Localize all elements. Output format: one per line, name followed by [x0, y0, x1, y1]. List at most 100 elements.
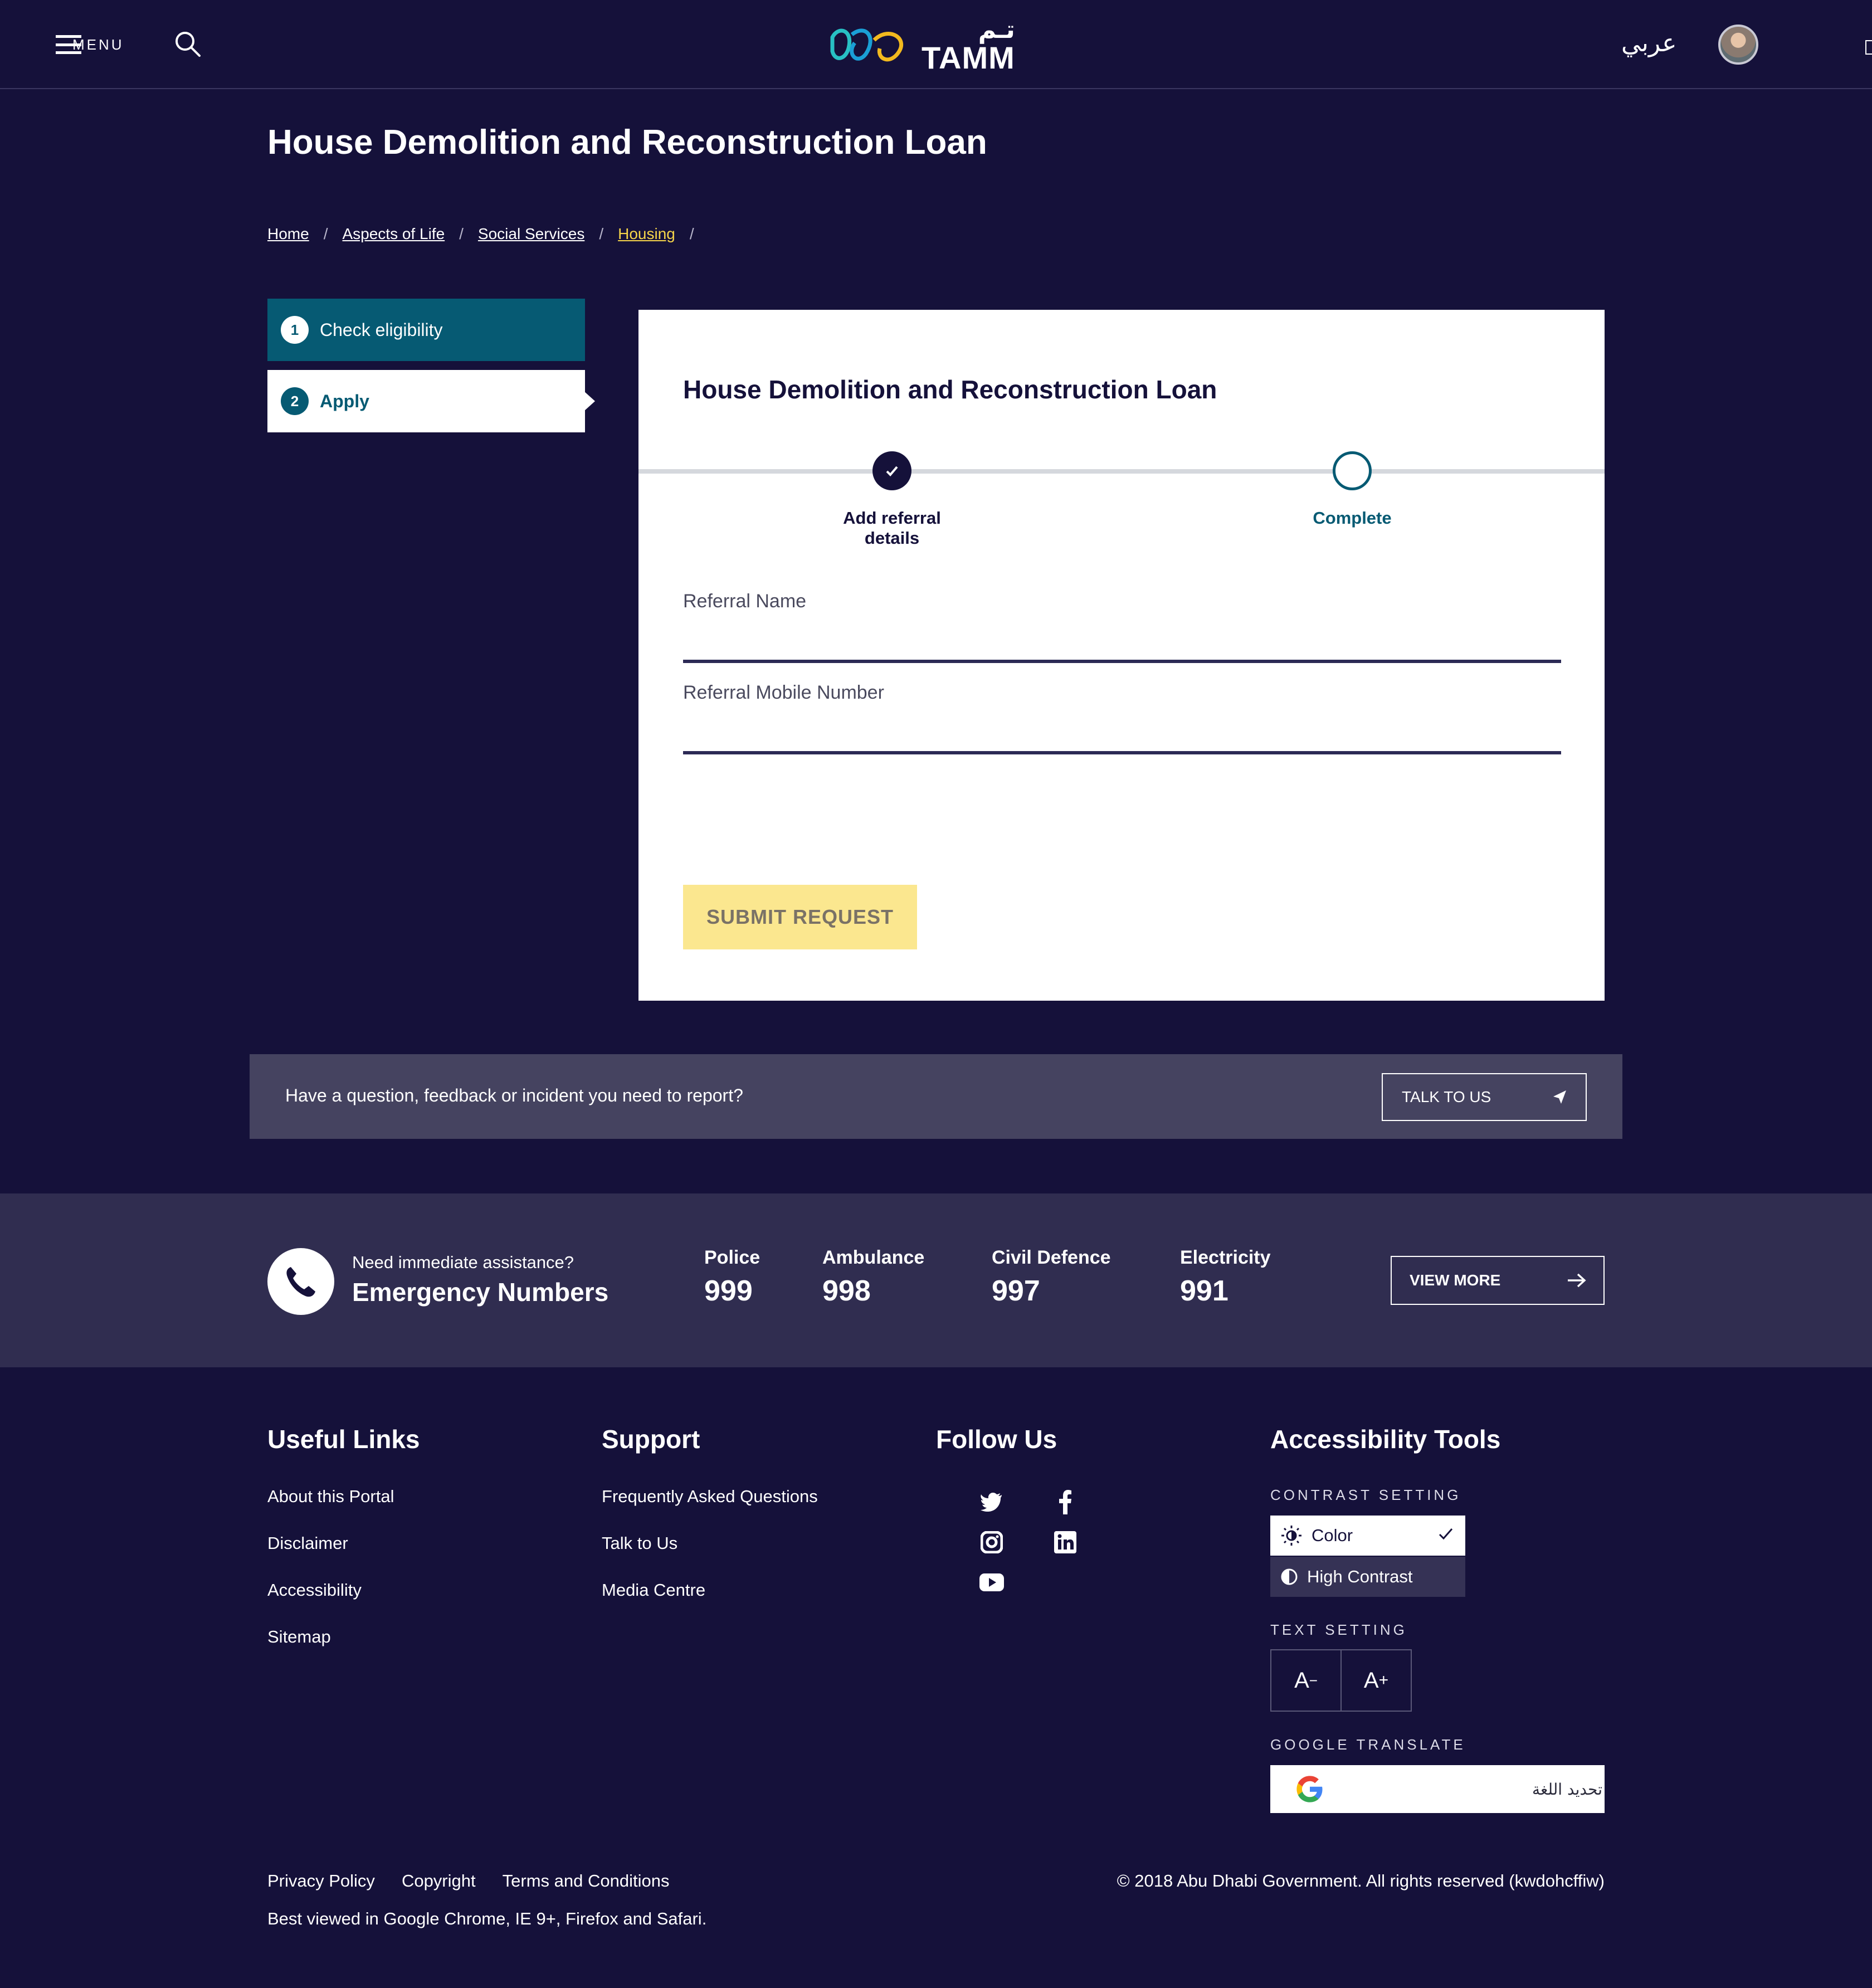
copyright-link[interactable]: Copyright [402, 1871, 476, 1891]
twitter-icon[interactable] [978, 1489, 1005, 1516]
faq-link[interactable]: Frequently Asked Questions [602, 1487, 818, 1507]
emergency-number: 991 [1180, 1275, 1228, 1307]
contrast-option-label: Color [1312, 1526, 1353, 1545]
step-number: 2 [281, 387, 309, 415]
progress-step-pending [1333, 451, 1372, 490]
talk-to-us-button[interactable]: TALK TO US [1382, 1073, 1587, 1121]
logo-arabic-text: تـم [978, 16, 1015, 43]
referral-name-underline [683, 660, 1561, 663]
referral-name-label: Referral Name [683, 591, 807, 612]
contrast-option-high[interactable]: High Contrast [1270, 1557, 1465, 1597]
breadcrumb-separator: / [323, 225, 328, 242]
talk-to-us-label: TALK TO US [1402, 1088, 1491, 1105]
emergency-section: Need immediate assistance? Emergency Num… [0, 1193, 1872, 1367]
progress-step-done [872, 451, 911, 490]
active-step-pointer [584, 391, 595, 411]
emergency-number: 997 [992, 1275, 1040, 1307]
step-label: Check eligibility [320, 319, 443, 340]
emergency-number: 999 [704, 1275, 753, 1307]
breadcrumb-housing[interactable]: Housing [618, 225, 675, 243]
form-title: House Demolition and Reconstruction Loan [683, 375, 1217, 404]
contrast-option-color[interactable]: Color [1270, 1516, 1465, 1556]
emergency-label: Electricity [1180, 1247, 1271, 1268]
text-setting-label: TEXT SETTING [1270, 1621, 1407, 1638]
tamm-logo[interactable]: تـم TAMM [827, 18, 1016, 74]
google-translate-select[interactable]: تحديد اللغة [1270, 1765, 1605, 1813]
step-apply[interactable]: 2 Apply [267, 370, 585, 432]
emergency-police: Police 999 [704, 1247, 760, 1308]
emergency-civil-defence: Civil Defence 997 [992, 1247, 1111, 1308]
legal-links: Privacy Policy Copyright Terms and Condi… [267, 1871, 669, 1891]
emergency-label: Civil Defence [992, 1247, 1111, 1268]
useful-links-title: Useful Links [267, 1425, 420, 1454]
logo-text: TAMM [922, 40, 1015, 75]
emergency-title: Emergency Numbers [352, 1278, 609, 1307]
search-icon[interactable] [174, 30, 202, 58]
contrast-option-label: High Contrast [1307, 1567, 1413, 1586]
talk-to-us-link[interactable]: Talk to Us [602, 1533, 677, 1553]
decrease-text-letter: A [1294, 1668, 1309, 1693]
breadcrumb-social-services[interactable]: Social Services [478, 225, 584, 243]
text-size-controls: A − A + [1270, 1649, 1412, 1712]
contrast-icon [1281, 1568, 1298, 1585]
view-more-label: VIEW MORE [1410, 1271, 1501, 1289]
breadcrumb-home[interactable]: Home [267, 225, 309, 243]
emergency-label: Ambulance [822, 1247, 925, 1268]
check-icon [1439, 1528, 1453, 1540]
tamm-logo-mark-icon [830, 28, 904, 62]
emergency-electricity: Electricity 991 [1180, 1247, 1271, 1308]
sun-icon [1281, 1526, 1301, 1546]
emergency-number: 998 [822, 1275, 871, 1307]
facebook-icon[interactable] [1052, 1489, 1079, 1516]
referral-mobile-input[interactable] [683, 711, 1561, 744]
emergency-subtitle: Need immediate assistance? [352, 1253, 574, 1272]
step-check-eligibility[interactable]: 1 Check eligibility [267, 299, 585, 361]
progress-label-add-referral: Add referral details [843, 508, 941, 548]
copyright-text: © 2018 Abu Dhabi Government. All rights … [1117, 1871, 1605, 1890]
referral-name-input[interactable] [683, 620, 1561, 653]
breadcrumb-separator: / [459, 225, 464, 242]
increase-text-sign: + [1378, 1671, 1389, 1689]
about-portal-link[interactable]: About this Portal [267, 1487, 394, 1507]
arrow-right-icon [1568, 1273, 1586, 1288]
privacy-policy-link[interactable]: Privacy Policy [267, 1871, 375, 1891]
phone-icon [267, 1248, 334, 1315]
page-title: House Demolition and Reconstruction Loan [267, 123, 987, 162]
view-more-button[interactable]: VIEW MORE [1391, 1256, 1605, 1305]
media-centre-link[interactable]: Media Centre [602, 1580, 705, 1600]
breadcrumb-aspects-of-life[interactable]: Aspects of Life [342, 225, 445, 243]
decrease-text-button[interactable]: A − [1271, 1650, 1342, 1711]
accessibility-tools-title: Accessibility Tools [1270, 1425, 1501, 1454]
feedback-text: Have a question, feedback or incident yo… [285, 1085, 743, 1105]
send-icon [1553, 1090, 1566, 1104]
arabic-language-link[interactable]: عربي [1621, 29, 1676, 57]
linkedin-icon[interactable] [1052, 1529, 1079, 1556]
menu-button[interactable]: MENU [56, 32, 124, 57]
terms-link[interactable]: Terms and Conditions [503, 1871, 670, 1891]
google-translate-label: GOOGLE TRANSLATE [1270, 1736, 1466, 1753]
disclaimer-link[interactable]: Disclaimer [267, 1533, 348, 1553]
feedback-band: Have a question, feedback or incident yo… [250, 1054, 1622, 1139]
step-number: 1 [281, 316, 309, 344]
accessibility-link[interactable]: Accessibility [267, 1580, 362, 1600]
breadcrumb: Home / Aspects of Life / Social Services… [267, 225, 709, 243]
support-title: Support [602, 1425, 700, 1454]
instagram-icon[interactable] [978, 1529, 1005, 1556]
youtube-icon[interactable] [978, 1569, 1005, 1596]
form-card: House Demolition and Reconstruction Loan… [638, 310, 1605, 1001]
progress-label-complete: Complete [1313, 508, 1392, 528]
breadcrumb-separator: / [689, 225, 694, 242]
follow-us-title: Follow Us [936, 1425, 1057, 1454]
increase-text-button[interactable]: A + [1342, 1650, 1411, 1711]
sitemap-link[interactable]: Sitemap [267, 1627, 331, 1647]
submit-request-button[interactable]: SUBMIT REQUEST [683, 885, 917, 949]
referral-mobile-underline [683, 751, 1561, 754]
progress-track [638, 469, 1605, 474]
edge-icon [1865, 40, 1872, 55]
contrast-setting-group: Color High Contrast [1270, 1516, 1465, 1597]
step-label: Apply [320, 391, 369, 411]
google-icon [1296, 1776, 1323, 1802]
breadcrumb-separator: / [599, 225, 604, 242]
user-avatar[interactable] [1718, 25, 1758, 65]
contrast-setting-label: CONTRAST SETTING [1270, 1487, 1461, 1503]
